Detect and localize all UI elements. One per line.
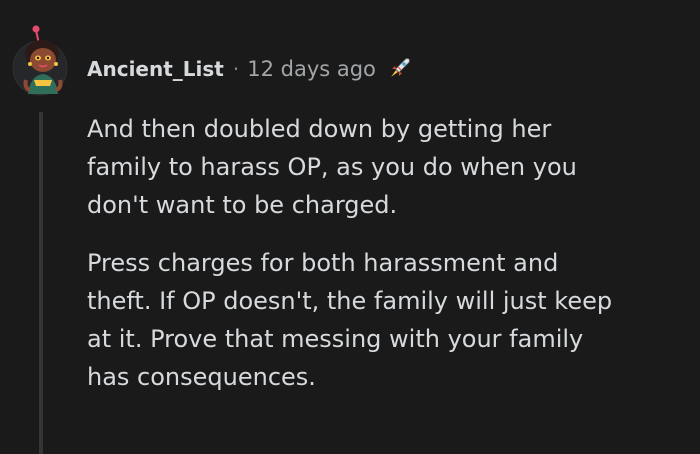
- timestamp[interactable]: 12 days ago: [247, 57, 376, 81]
- comment-paragraph: Press charges for both harassment and th…: [87, 249, 613, 391]
- comment-body: And then doubled down by getting her fam…: [87, 110, 687, 416]
- separator-dot: ·: [232, 57, 240, 81]
- comment-header: Ancient_List · 12 days ago: [87, 53, 413, 85]
- rocket-award-icon[interactable]: [385, 55, 413, 83]
- user-avatar[interactable]: [12, 24, 72, 102]
- username-link[interactable]: Ancient_List: [87, 57, 224, 81]
- avatar-character-icon: [12, 25, 68, 96]
- comment-paragraph: And then doubled down by getting her fam…: [87, 115, 577, 219]
- comment: Ancient_List · 12 days ago And then doub…: [0, 0, 700, 454]
- thread-collapse-line[interactable]: [39, 112, 43, 454]
